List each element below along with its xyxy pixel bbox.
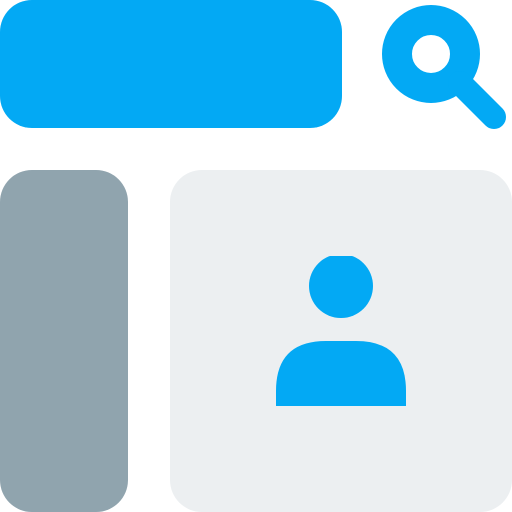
user-icon: [276, 256, 406, 406]
search-bar[interactable]: [0, 0, 342, 128]
sidebar-panel: [0, 170, 128, 512]
user-icon-head: [309, 256, 373, 318]
search-icon-handle: [448, 71, 506, 129]
icon-canvas: [0, 0, 512, 512]
profile-card: [170, 170, 512, 512]
search-icon[interactable]: [382, 0, 512, 130]
user-icon-body: [276, 341, 406, 406]
